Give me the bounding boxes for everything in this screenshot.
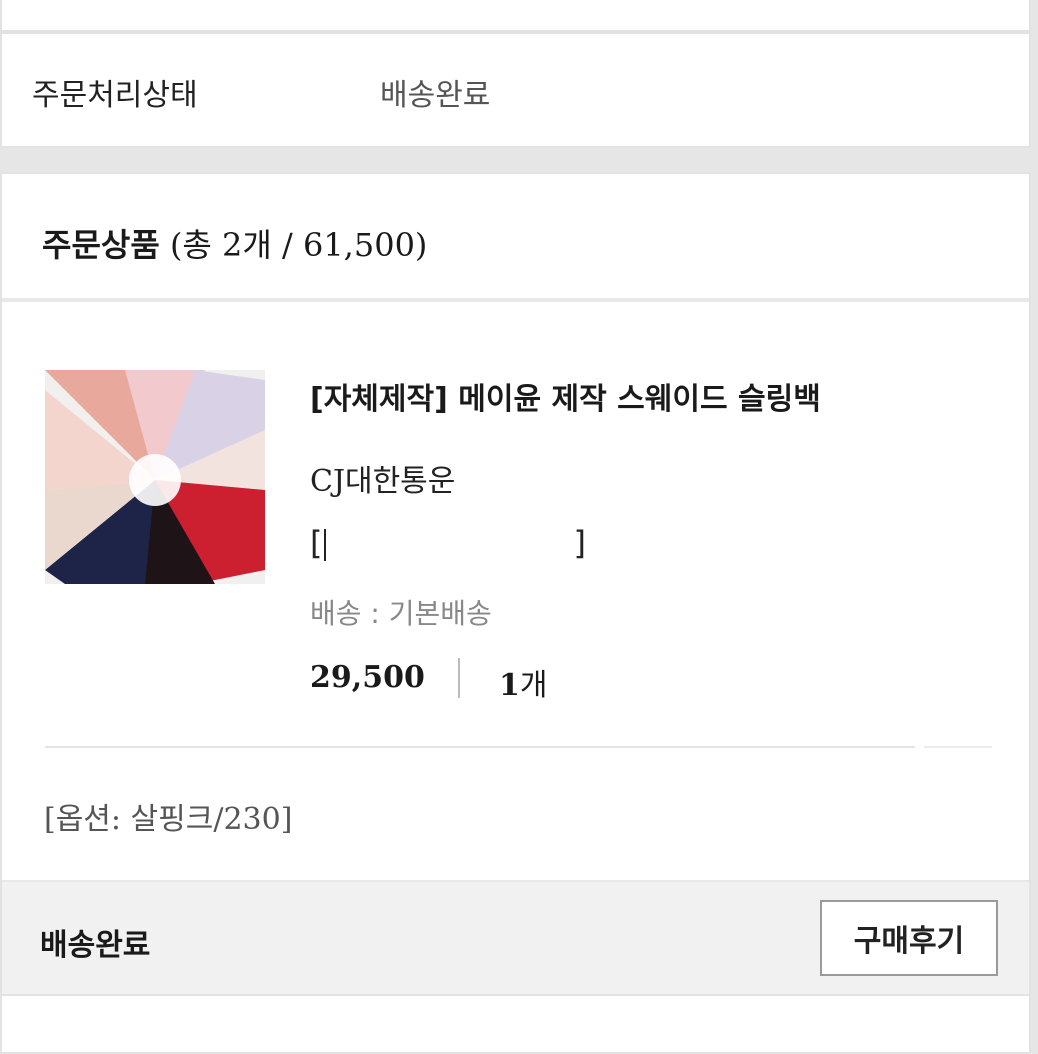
- item-divider: [45, 746, 915, 748]
- tracking-open-bracket: [: [310, 524, 323, 562]
- product-name-link[interactable]: [자체제작] 메이윤 제작 스웨이드 슬링백: [310, 374, 821, 418]
- tracking-number-redacted: [324, 529, 572, 561]
- quantity-number: 1: [499, 668, 520, 703]
- shoe-fan-image: [45, 370, 265, 584]
- courier-name: CJ대한통운: [310, 464, 456, 499]
- product-thumbnail[interactable]: [45, 370, 265, 584]
- previous-card: [0, 0, 1031, 32]
- order-status-label: 주문처리상태: [32, 78, 198, 113]
- quantity-unit: 개: [519, 668, 548, 703]
- tracking-close-bracket: ]: [573, 524, 586, 562]
- order-status-value: 배송완료: [380, 78, 491, 113]
- write-review-button[interactable]: 구매후기: [820, 900, 998, 976]
- order-items-summary: (총 2개 / 61,500): [169, 226, 428, 264]
- product-price: 29,500: [310, 660, 425, 695]
- shipping-type: 배송 : 기본배송: [310, 597, 492, 630]
- next-card: [0, 994, 1031, 1054]
- order-items-card: 주문상품 (총 2개 / 61,500) [자체제작] 메이윤 제작 스웨이드 …: [0, 172, 1031, 1012]
- product-option: [옵션: 살핑크/230]: [44, 802, 293, 837]
- order-items-title: 주문상품 (총 2개 / 61,500): [42, 220, 427, 266]
- item-divider-end: [924, 746, 992, 748]
- order-status-card: 주문처리상태 배송완료: [0, 32, 1031, 148]
- order-items-header: 주문상품 (총 2개 / 61,500): [2, 174, 1029, 302]
- tracking-number-link[interactable]: []: [310, 524, 586, 562]
- product-quantity: 1개: [499, 660, 547, 704]
- delivery-status: 배송완료: [40, 928, 151, 963]
- order-items-heading: 주문상품: [42, 226, 160, 264]
- item-footer: 배송완료 구매후기: [2, 880, 1029, 998]
- price-quantity-divider: [458, 658, 460, 698]
